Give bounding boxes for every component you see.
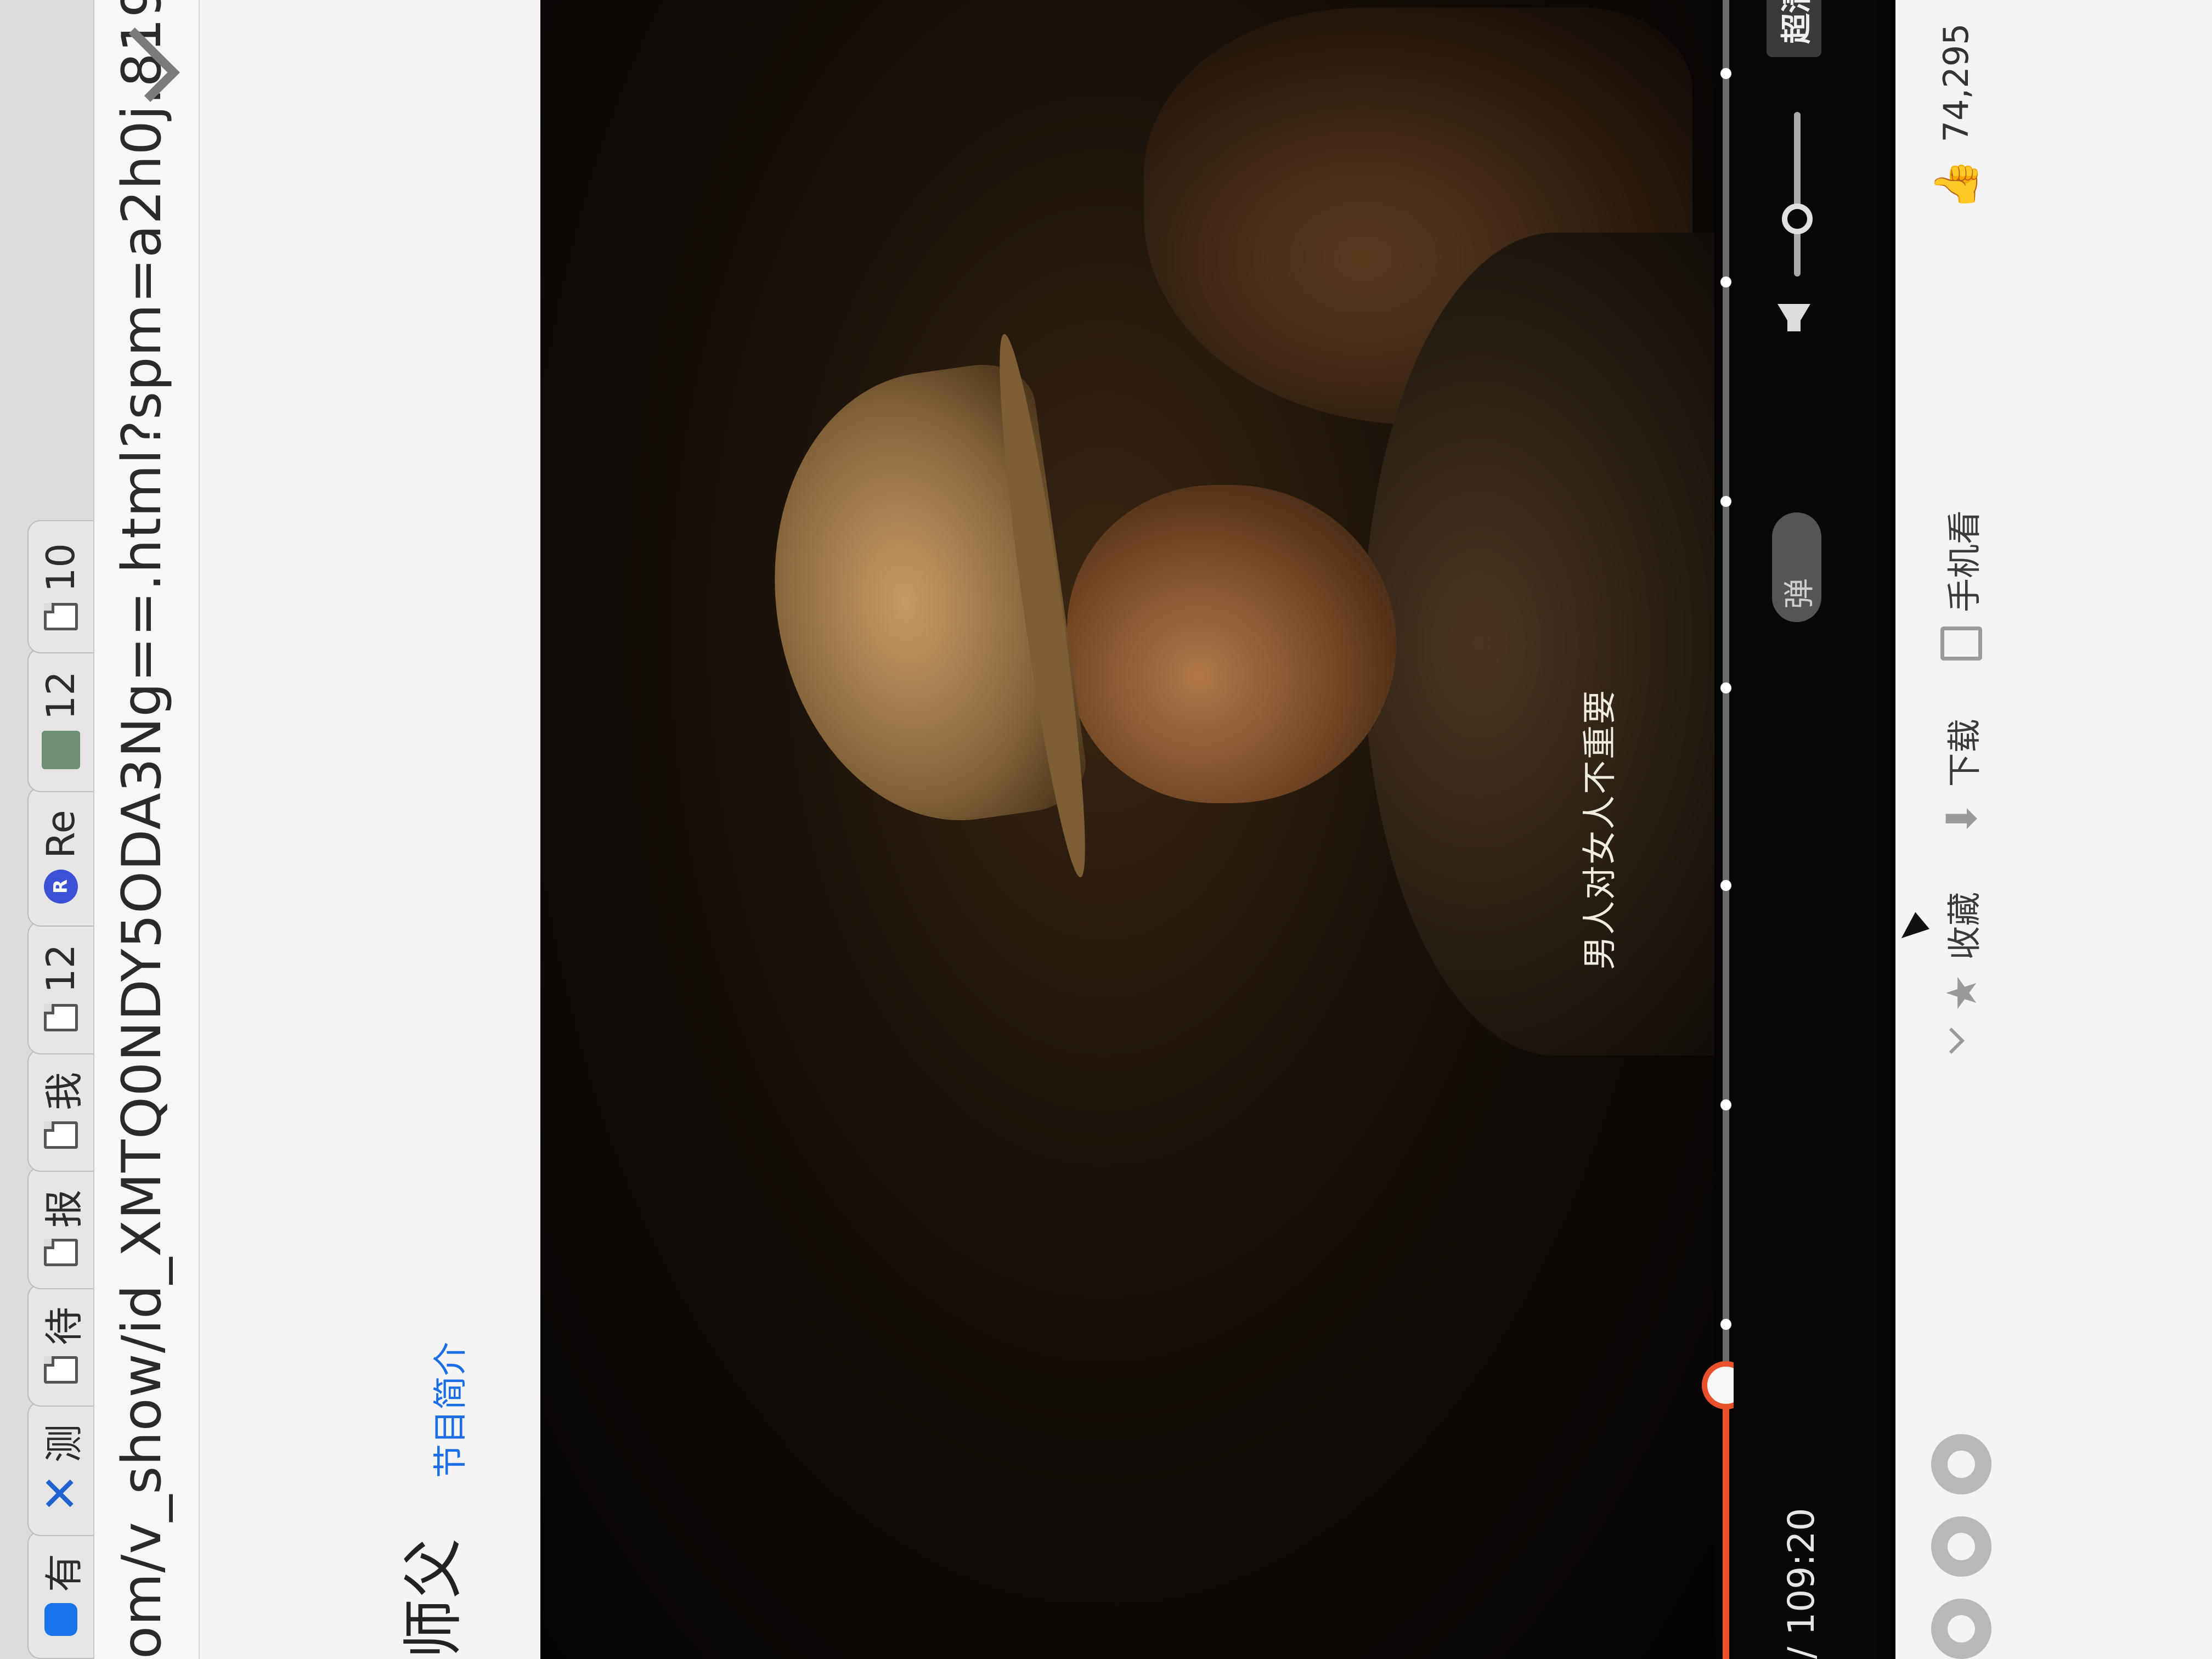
progress-marker[interactable]: [1720, 880, 1731, 891]
document-icon: [44, 603, 78, 631]
video-player[interactable]: 男人对女人不重要 / 109:20 弹 超清: [540, 0, 1895, 1659]
mobile-label: 手机看: [1944, 510, 1984, 612]
video-toolbar: ★ 收藏 ⬇ 下载 手机看 👍 74,295: [1894, 0, 2041, 1659]
download-icon: ⬇: [1937, 801, 1986, 836]
r-logo-icon: R: [44, 869, 78, 904]
browser-tab[interactable]: 10: [27, 520, 93, 654]
document-icon: [44, 1356, 78, 1384]
phone-icon: [1940, 627, 1982, 661]
tab-label: 10: [38, 543, 83, 592]
program-intro-link[interactable]: 节目简介: [422, 1342, 472, 1478]
progress-bar[interactable]: [1702, 0, 1750, 1659]
progress-fill: [1723, 1385, 1729, 1659]
browser-tab[interactable]: 待: [27, 1283, 93, 1407]
tab-label: Re: [38, 810, 83, 859]
progress-marker[interactable]: [1720, 1319, 1731, 1330]
blue-app-icon: [44, 1603, 77, 1636]
danmu-toggle[interactable]: 弹: [1772, 512, 1821, 622]
browser-tab[interactable]: 12: [27, 648, 93, 793]
image-thumb-icon: [42, 731, 80, 770]
progress-marker[interactable]: [1720, 68, 1731, 79]
browser-tab-strip: 有 ✕ 测 待 报 我 12 R Re 12 10: [0, 0, 94, 1659]
browser-tab[interactable]: 报: [27, 1166, 93, 1289]
browser-tab[interactable]: 我: [27, 1048, 93, 1172]
progress-marker[interactable]: [1720, 496, 1731, 507]
screen: 有 ✕ 测 待 报 我 12 R Re 12 10 om/v_show/id_X…: [0, 0, 2212, 1659]
document-icon: [44, 1003, 78, 1031]
browser-tab[interactable]: 有: [27, 1531, 93, 1659]
share-icon[interactable]: [1931, 1599, 1991, 1659]
volume-icon[interactable]: [1778, 304, 1810, 331]
document-icon: [44, 1121, 78, 1149]
tab-label: 报: [41, 1189, 87, 1228]
quality-button[interactable]: 超清: [1767, 0, 1821, 57]
x-logo-icon: ✕: [33, 1473, 88, 1513]
time-display: / 109:20: [1780, 1508, 1822, 1659]
mouse-cursor-icon: [1894, 912, 1930, 947]
browser-tab[interactable]: 12: [27, 921, 93, 1054]
video-face: [1067, 485, 1396, 803]
document-icon: [44, 1238, 78, 1266]
progress-marker[interactable]: [1720, 682, 1731, 693]
tab-label: 有: [41, 1554, 87, 1592]
like-count: 74,295: [1936, 23, 1976, 143]
thumbs-up-icon: 👍: [1931, 159, 1980, 211]
download-label: 下载: [1944, 719, 1984, 787]
progress-marker[interactable]: [1720, 276, 1731, 287]
weibo-icon[interactable]: [1931, 1516, 1991, 1577]
volume-handle[interactable]: [1782, 204, 1813, 234]
danmu-label: 弹: [1781, 578, 1818, 609]
tab-label: 测: [41, 1424, 87, 1463]
chevron-down-icon[interactable]: [1938, 1027, 1965, 1054]
volume-slider[interactable]: [1794, 112, 1801, 276]
tab-label: 待: [41, 1306, 87, 1345]
browser-tab[interactable]: ✕ 测: [27, 1401, 93, 1536]
video-subtitle: 男人对女人不重要: [1579, 689, 1620, 970]
tab-label: 12: [38, 944, 83, 993]
url-text[interactable]: om/v_show/id_XMTQ0NDY5ODA3Ng==.html?spm=…: [111, 0, 173, 1659]
mobile-watch-button[interactable]: 手机看: [1937, 510, 1986, 661]
page-title: 师父: [398, 1538, 469, 1659]
tab-label: 12: [38, 671, 83, 720]
browser-tab[interactable]: R Re: [27, 787, 93, 927]
qq-icon[interactable]: [1931, 1434, 1991, 1494]
star-icon: ★: [1937, 974, 1986, 1012]
address-bar[interactable]: om/v_show/id_XMTQ0NDY5ODA3Ng==.html?spm=…: [94, 0, 200, 1659]
favorite-label: 收藏: [1944, 891, 1984, 960]
tab-label: 我: [41, 1071, 87, 1110]
player-controls: / 109:20 弹 超清: [1734, 0, 1876, 1659]
progress-marker[interactable]: [1720, 1099, 1731, 1110]
download-button[interactable]: ⬇ 下载: [1937, 719, 1986, 836]
like-button[interactable]: 👍 74,295: [1931, 23, 1980, 211]
video-frame[interactable]: 男人对女人不重要: [540, 0, 1714, 1659]
favorite-button[interactable]: ★ 收藏: [1937, 892, 1986, 1012]
